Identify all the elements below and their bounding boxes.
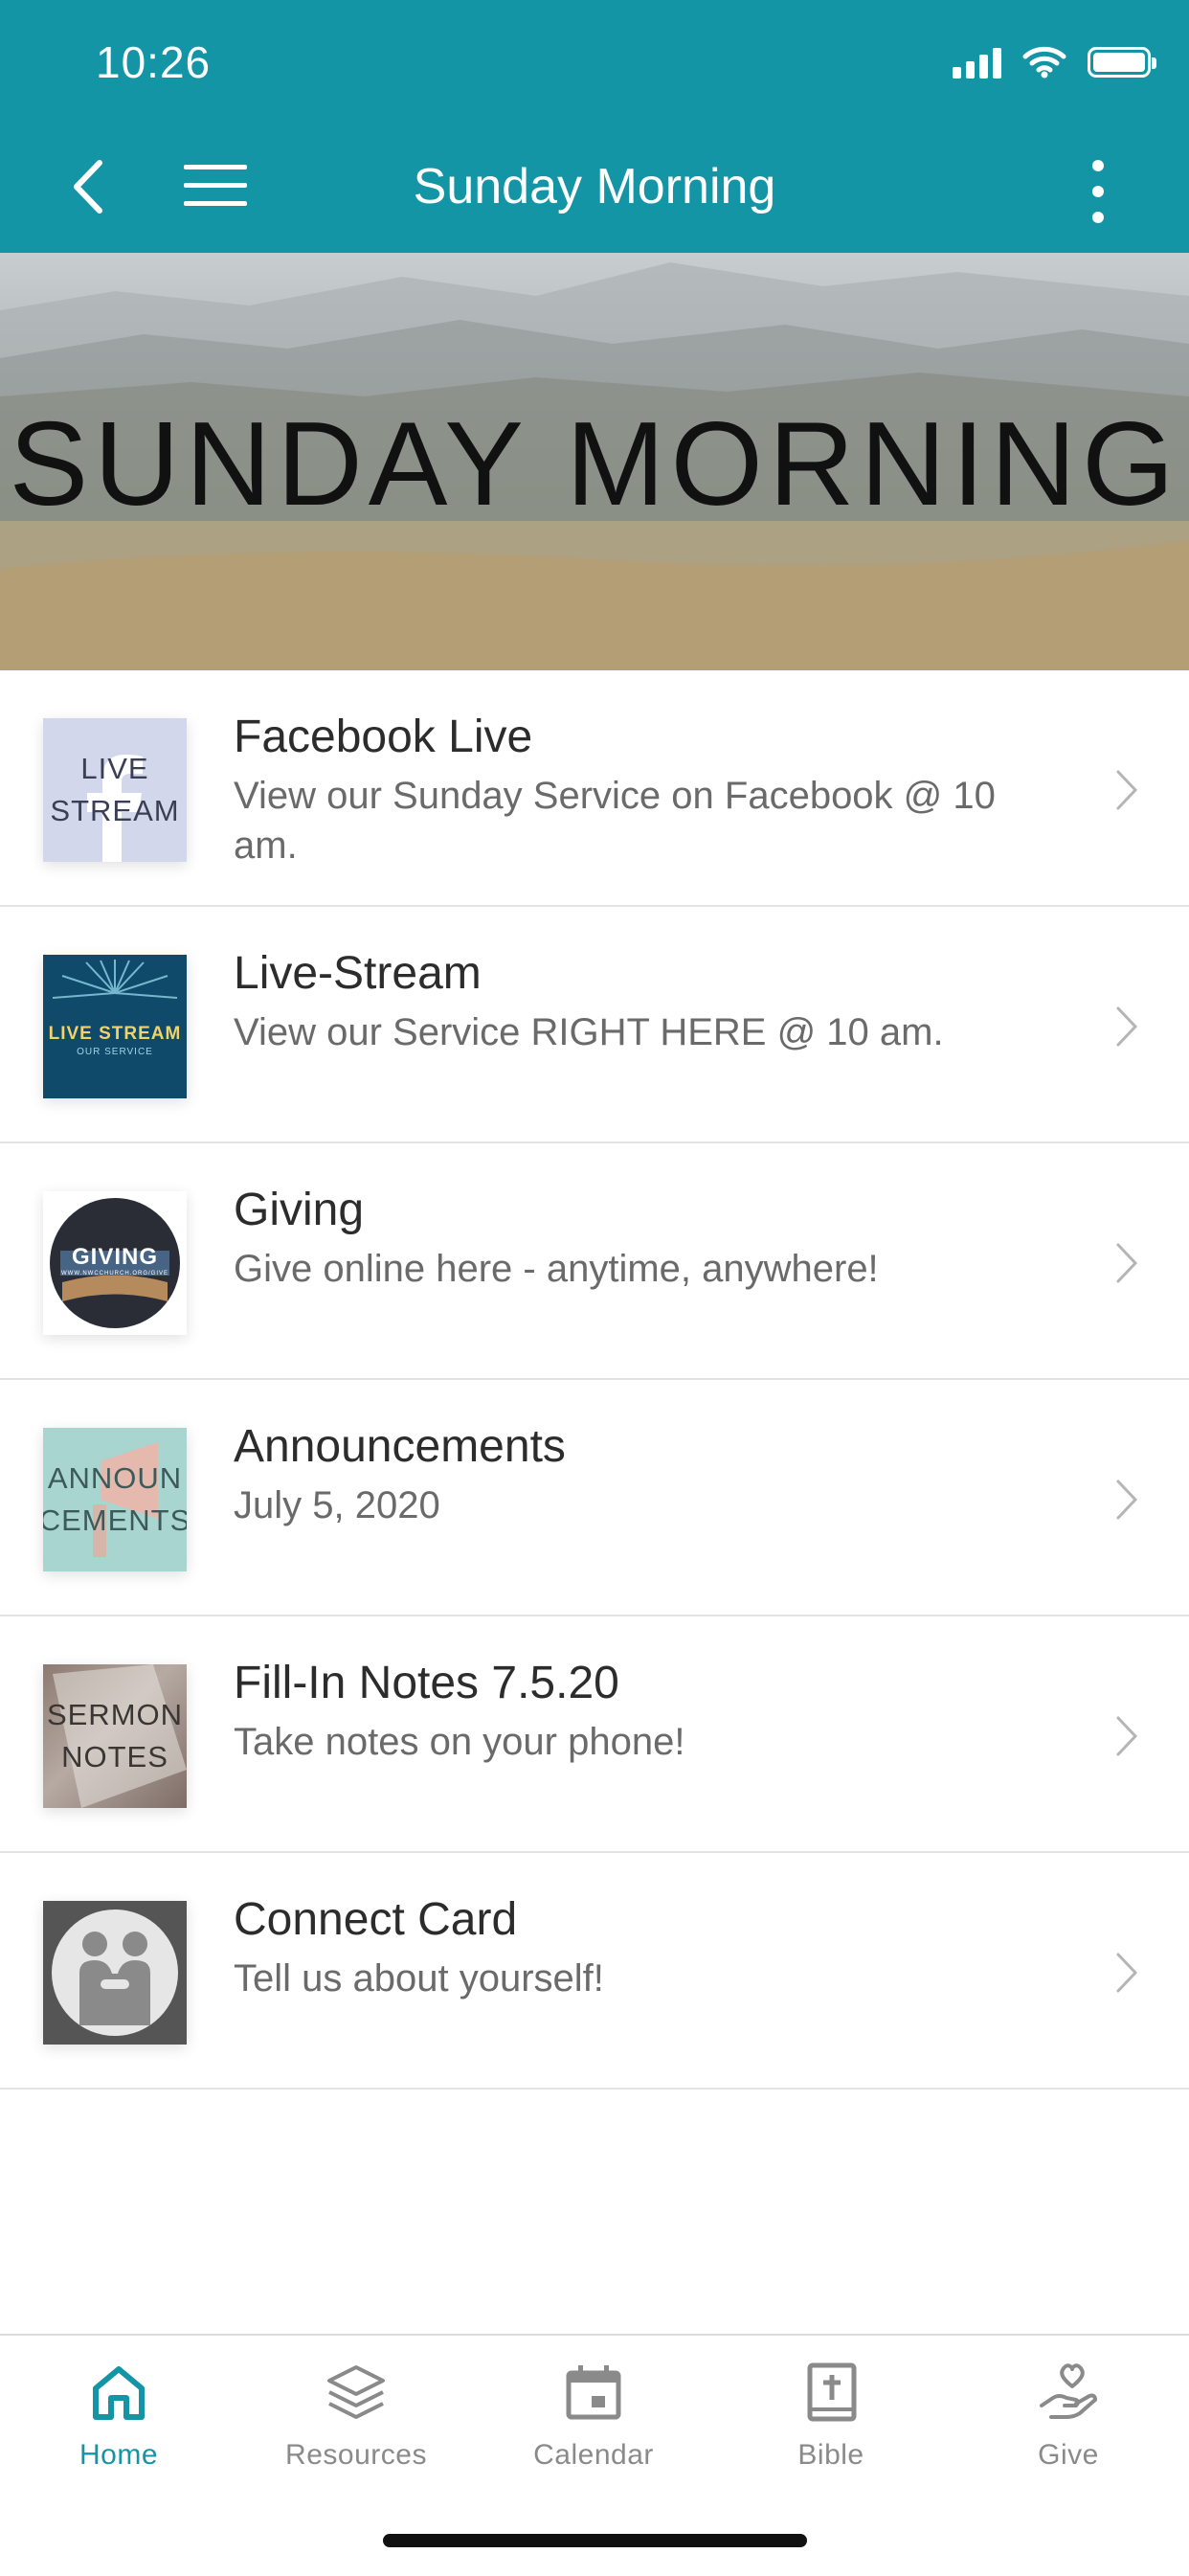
top-bar: 10:26 Sunday Morning xyxy=(0,0,1189,253)
list-item-facebook-live[interactable]: LIVE STREAM Facebook Live View our Sunda… xyxy=(0,670,1189,907)
tab-label: Home xyxy=(79,2439,159,2471)
tab-label: Resources xyxy=(285,2439,427,2471)
thumb-line-1: LIVE xyxy=(80,752,149,785)
tab-label: Give xyxy=(1038,2439,1099,2471)
thumb-line-2: OUR SERVICE xyxy=(77,1047,153,1057)
tab-label: Bible xyxy=(797,2439,864,2471)
status-time: 10:26 xyxy=(96,37,212,87)
chevron-right-icon xyxy=(1116,1716,1138,1756)
live-stream-thumbnail: LIVE STREAM OUR SERVICE xyxy=(43,955,187,1098)
give-icon xyxy=(1040,2363,1098,2419)
chevron-right-icon xyxy=(1116,1480,1138,1520)
announcements-thumbnail: ANNOUN CEMENTS xyxy=(43,1428,187,1571)
item-subtitle: Give online here - anytime, anywhere! xyxy=(234,1248,879,1290)
thumb-line-1: LIVE STREAM xyxy=(48,1024,182,1044)
more-options-icon[interactable] xyxy=(1084,158,1112,225)
connect-card-thumbnail xyxy=(43,1901,187,2045)
tab-resources[interactable]: Resources xyxy=(237,2336,475,2508)
content-list: LIVE STREAM Facebook Live View our Sunda… xyxy=(0,670,1189,2090)
status-icons xyxy=(953,46,1156,79)
handshake-icon xyxy=(43,1901,187,2045)
page-title: Sunday Morning xyxy=(413,159,776,215)
hero-title: SUNDAY MORNING xyxy=(9,398,1180,531)
item-subtitle: View our Sunday Service on Facebook @ 10… xyxy=(234,775,996,867)
tab-give[interactable]: Give xyxy=(950,2336,1187,2508)
list-item-live-stream[interactable]: LIVE STREAM OUR SERVICE Live-Stream View… xyxy=(0,907,1189,1143)
home-indicator xyxy=(383,2534,807,2547)
bible-icon xyxy=(807,2362,857,2422)
list-item-giving[interactable]: GIVING WWW.NWCCHURCH.ORG/GIVE Giving Giv… xyxy=(0,1143,1189,1380)
thumb-line-1: GIVING xyxy=(71,1244,158,1270)
item-title: Giving xyxy=(234,1185,365,1235)
item-title: Announcements xyxy=(234,1421,566,1472)
facebook-live-thumbnail: LIVE STREAM xyxy=(43,718,187,862)
thumb-line-2: WWW.NWCCHURCH.ORG/GIVE xyxy=(61,1271,168,1277)
item-title: Fill-In Notes 7.5.20 xyxy=(234,1658,619,1708)
home-icon xyxy=(93,2366,145,2420)
wifi-icon xyxy=(1022,46,1066,79)
hero-banner: SUNDAY MORNING xyxy=(0,253,1189,670)
tab-calendar[interactable]: Calendar xyxy=(475,2336,712,2508)
tab-home[interactable]: Home xyxy=(0,2336,237,2508)
list-item-announcements[interactable]: ANNOUN CEMENTS Announcements July 5, 202… xyxy=(0,1380,1189,1616)
chevron-right-icon xyxy=(1116,1243,1138,1283)
chevron-right-icon xyxy=(1116,1006,1138,1047)
tab-label: Calendar xyxy=(533,2439,654,2471)
item-subtitle: View our Service RIGHT HERE @ 10 am. xyxy=(234,1011,944,1053)
item-title: Connect Card xyxy=(234,1894,518,1945)
thumb-line-1: ANNOUN xyxy=(47,1461,183,1495)
item-subtitle: Tell us about yourself! xyxy=(234,1957,604,2000)
thumb-line-1: SERMON xyxy=(46,1698,184,1731)
signal-icon xyxy=(953,46,1001,79)
chevron-right-icon xyxy=(1116,1953,1138,1993)
thumb-line-2: NOTES xyxy=(61,1740,168,1774)
calendar-icon xyxy=(566,2365,621,2420)
layers-icon xyxy=(327,2365,385,2419)
thumb-line-2: CEMENTS xyxy=(43,1503,187,1537)
giving-thumbnail: GIVING WWW.NWCCHURCH.ORG/GIVE xyxy=(43,1191,187,1335)
battery-icon xyxy=(1088,47,1156,78)
item-title: Facebook Live xyxy=(234,712,533,762)
list-item-connect-card[interactable]: Connect Card Tell us about yourself! xyxy=(0,1853,1189,2090)
item-title: Live-Stream xyxy=(234,948,482,999)
sermon-notes-thumbnail: SERMON NOTES xyxy=(43,1664,187,1808)
list-item-fill-in-notes[interactable]: SERMON NOTES Fill-In Notes 7.5.20 Take n… xyxy=(0,1616,1189,1853)
item-subtitle: July 5, 2020 xyxy=(234,1484,440,1526)
chevron-right-icon xyxy=(1116,770,1138,810)
tab-bible[interactable]: Bible xyxy=(712,2336,950,2508)
thumb-line-2: STREAM xyxy=(50,794,180,827)
item-subtitle: Take notes on your phone! xyxy=(234,1721,685,1763)
